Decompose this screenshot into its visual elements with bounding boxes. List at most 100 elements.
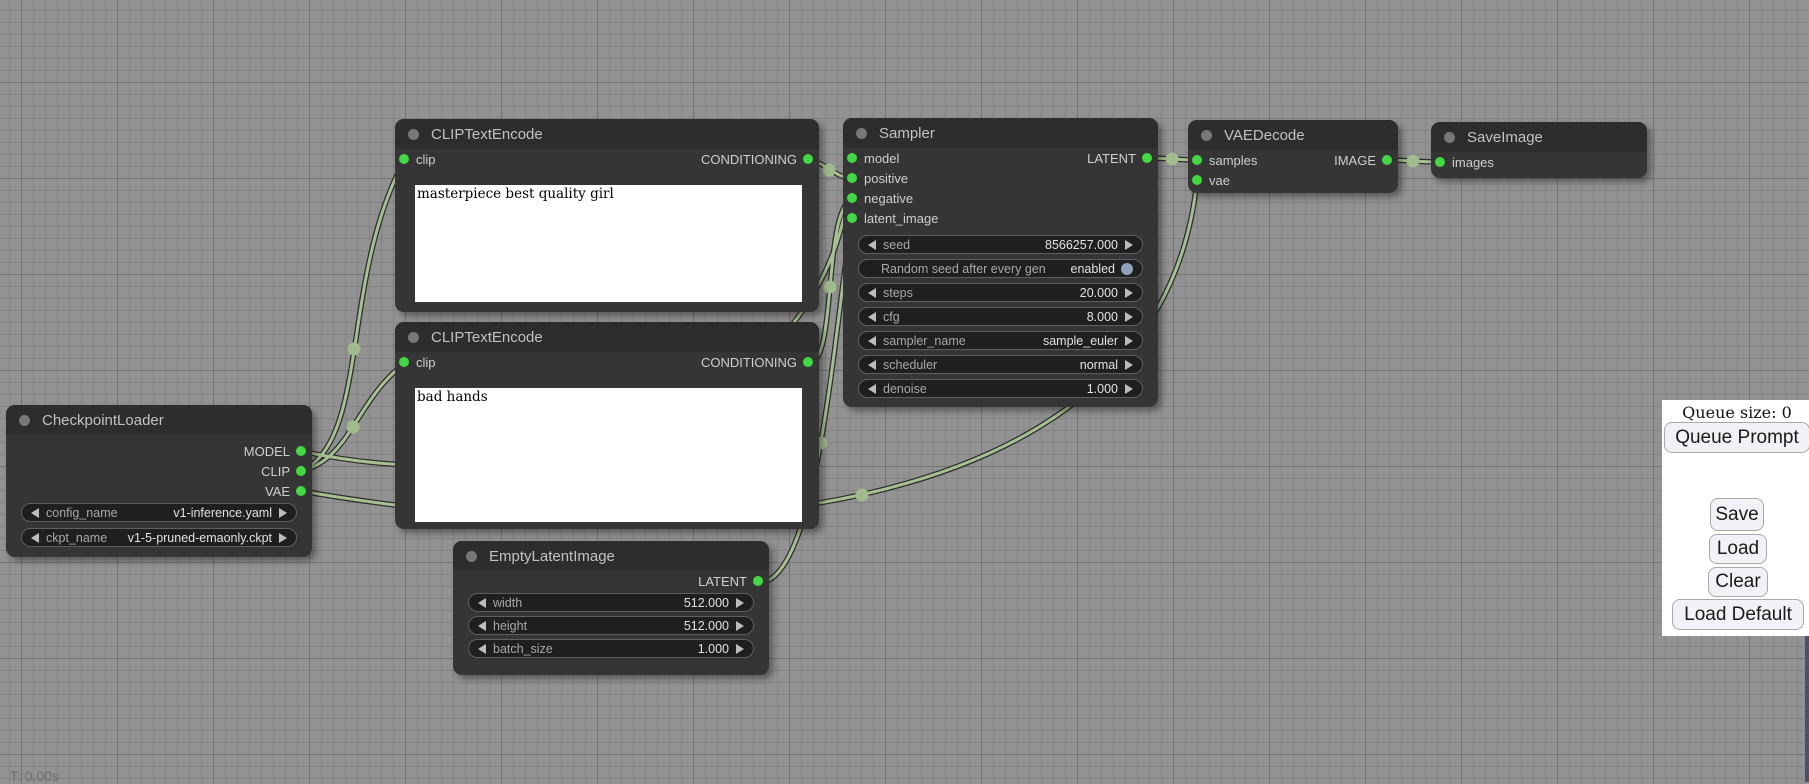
node-clip-text-encode-negative[interactable]: CLIPTextEncode clip CONDITIONING bad han… bbox=[395, 322, 819, 529]
node-clip-text-encode-positive[interactable]: CLIPTextEncode clip CONDITIONING masterp… bbox=[395, 119, 819, 312]
widget-cfg[interactable]: cfg 8.000 bbox=[858, 307, 1143, 326]
decrement-arrow-icon[interactable] bbox=[478, 621, 486, 631]
increment-arrow-icon[interactable] bbox=[1125, 288, 1133, 298]
increment-arrow-icon[interactable] bbox=[1125, 384, 1133, 394]
output-slot-conditioning[interactable] bbox=[803, 357, 813, 367]
output-slot-model[interactable] bbox=[296, 446, 306, 456]
node-title: SaveImage bbox=[1467, 129, 1543, 146]
node-title-bar[interactable]: CLIPTextEncode bbox=[395, 119, 819, 149]
queue-prompt-button[interactable]: Queue Prompt bbox=[1664, 422, 1809, 453]
widget-ckpt-name[interactable]: ckpt_name v1-5-pruned-emaonly.ckpt bbox=[21, 528, 297, 547]
increment-arrow-icon[interactable] bbox=[279, 508, 287, 518]
decrement-arrow-icon[interactable] bbox=[478, 598, 486, 608]
widget-steps[interactable]: steps 20.000 bbox=[858, 283, 1143, 302]
output-slot-clip[interactable] bbox=[296, 466, 306, 476]
widget-batch-size[interactable]: batch_size 1.000 bbox=[468, 639, 754, 658]
increment-arrow-icon[interactable] bbox=[1125, 312, 1133, 322]
collapse-dot-icon[interactable] bbox=[1201, 130, 1212, 141]
output-row-model: MODEL bbox=[6, 441, 312, 461]
load-button[interactable]: Load bbox=[1709, 534, 1767, 564]
decrement-arrow-icon[interactable] bbox=[31, 508, 39, 518]
prompt-textarea[interactable]: masterpiece best quality girl bbox=[415, 185, 802, 302]
node-title-bar[interactable]: EmptyLatentImage bbox=[453, 541, 769, 571]
slot-row-samples: samples IMAGE bbox=[1188, 150, 1398, 170]
output-slot-image[interactable] bbox=[1382, 155, 1392, 165]
save-button[interactable]: Save bbox=[1710, 498, 1764, 531]
input-slot-positive[interactable] bbox=[847, 173, 857, 183]
collapse-dot-icon[interactable] bbox=[408, 129, 419, 140]
input-slot-samples[interactable] bbox=[1192, 155, 1202, 165]
widget-config-name[interactable]: config_name v1-inference.yaml bbox=[21, 503, 297, 522]
output-slot-latent[interactable] bbox=[753, 576, 763, 586]
input-slot-negative[interactable] bbox=[847, 193, 857, 203]
widget-height[interactable]: height 512.000 bbox=[468, 616, 754, 635]
widget-label: denoise bbox=[883, 382, 927, 396]
node-title-bar[interactable]: VAEDecode bbox=[1188, 120, 1398, 150]
increment-arrow-icon[interactable] bbox=[279, 533, 287, 543]
clear-button[interactable]: Clear bbox=[1708, 567, 1768, 597]
output-label: MODEL bbox=[244, 444, 290, 459]
output-slot-conditioning[interactable] bbox=[803, 154, 813, 164]
increment-arrow-icon[interactable] bbox=[736, 644, 744, 654]
node-title-bar[interactable]: Sampler bbox=[843, 118, 1158, 148]
widget-width[interactable]: width 512.000 bbox=[468, 593, 754, 612]
decrement-arrow-icon[interactable] bbox=[868, 336, 876, 346]
decrement-arrow-icon[interactable] bbox=[868, 312, 876, 322]
decrement-arrow-icon[interactable] bbox=[31, 533, 39, 543]
node-title-bar[interactable]: CLIPTextEncode bbox=[395, 322, 819, 352]
node-empty-latent-image[interactable]: EmptyLatentImage LATENT width 512.000 he… bbox=[453, 541, 769, 675]
widget-value: 512.000 bbox=[684, 596, 729, 610]
input-slot-latent-image[interactable] bbox=[847, 213, 857, 223]
node-title: CheckpointLoader bbox=[42, 412, 164, 429]
input-slot-clip[interactable] bbox=[399, 154, 409, 164]
node-checkpoint-loader[interactable]: CheckpointLoader MODEL CLIP VAE config_n… bbox=[6, 405, 312, 557]
collapse-dot-icon[interactable] bbox=[1444, 132, 1455, 143]
canvas-scrollbar[interactable] bbox=[1805, 630, 1809, 782]
widget-value: 512.000 bbox=[684, 619, 729, 633]
output-label: CONDITIONING bbox=[701, 152, 797, 167]
decrement-arrow-icon[interactable] bbox=[868, 360, 876, 370]
widget-label: width bbox=[493, 596, 522, 610]
increment-arrow-icon[interactable] bbox=[736, 621, 744, 631]
collapse-dot-icon[interactable] bbox=[856, 128, 867, 139]
widget-label: height bbox=[493, 619, 527, 633]
decrement-arrow-icon[interactable] bbox=[868, 240, 876, 250]
collapse-dot-icon[interactable] bbox=[466, 551, 477, 562]
node-title-bar[interactable]: CheckpointLoader bbox=[6, 405, 312, 435]
node-sampler[interactable]: Sampler model LATENT positive negative l… bbox=[843, 118, 1158, 407]
increment-arrow-icon[interactable] bbox=[1125, 240, 1133, 250]
output-label: LATENT bbox=[1087, 151, 1136, 166]
widget-seed[interactable]: seed 8566257.000 bbox=[858, 235, 1143, 254]
output-slot-latent[interactable] bbox=[1142, 153, 1152, 163]
input-slot-clip[interactable] bbox=[399, 357, 409, 367]
node-title: CLIPTextEncode bbox=[431, 126, 543, 143]
load-default-button[interactable]: Load Default bbox=[1672, 599, 1804, 630]
toggle-circle-icon[interactable] bbox=[1121, 263, 1133, 275]
input-slot-model[interactable] bbox=[847, 153, 857, 163]
increment-arrow-icon[interactable] bbox=[1125, 360, 1133, 370]
increment-arrow-icon[interactable] bbox=[736, 598, 744, 608]
widget-value: enabled bbox=[1071, 262, 1116, 276]
collapse-dot-icon[interactable] bbox=[19, 415, 30, 426]
widget-value: 1.000 bbox=[1087, 382, 1118, 396]
widget-sampler-name[interactable]: sampler_name sample_euler bbox=[858, 331, 1143, 350]
node-save-image[interactable]: SaveImage images bbox=[1431, 122, 1647, 178]
increment-arrow-icon[interactable] bbox=[1125, 336, 1133, 346]
decrement-arrow-icon[interactable] bbox=[478, 644, 486, 654]
node-title-bar[interactable]: SaveImage bbox=[1431, 122, 1647, 152]
prompt-textarea[interactable]: bad hands bbox=[415, 388, 802, 522]
decrement-arrow-icon[interactable] bbox=[868, 384, 876, 394]
widget-label: scheduler bbox=[883, 358, 937, 372]
output-slot-vae[interactable] bbox=[296, 486, 306, 496]
widget-value: v1-inference.yaml bbox=[173, 506, 272, 520]
slot-row-vae: vae bbox=[1188, 170, 1398, 190]
input-slot-images[interactable] bbox=[1435, 157, 1445, 167]
node-vae-decode[interactable]: VAEDecode samples IMAGE vae bbox=[1188, 120, 1398, 193]
node-title: CLIPTextEncode bbox=[431, 329, 543, 346]
input-slot-vae[interactable] bbox=[1192, 175, 1202, 185]
collapse-dot-icon[interactable] bbox=[408, 332, 419, 343]
decrement-arrow-icon[interactable] bbox=[868, 288, 876, 298]
widget-scheduler[interactable]: scheduler normal bbox=[858, 355, 1143, 374]
widget-random-seed-toggle[interactable]: Random seed after every gen enabled bbox=[858, 259, 1143, 278]
widget-denoise[interactable]: denoise 1.000 bbox=[858, 379, 1143, 398]
